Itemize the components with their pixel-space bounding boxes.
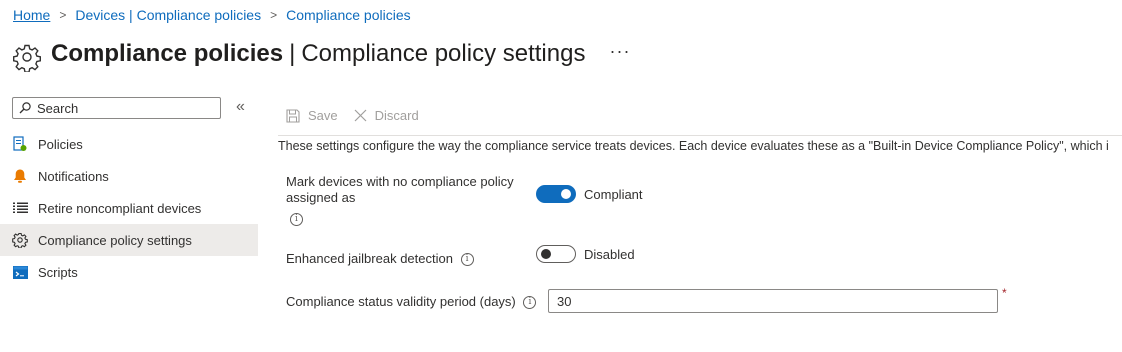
- more-options-button[interactable]: ···: [609, 41, 630, 62]
- settings-description: These settings configure the way the com…: [278, 139, 1109, 153]
- save-label: Save: [308, 108, 338, 123]
- breadcrumb-separator-icon: >: [59, 8, 67, 22]
- page-subtitle: Compliance policy settings: [301, 40, 586, 67]
- jailbreak-toggle-value: Disabled: [584, 247, 635, 262]
- sidebar-item-label: Notifications: [38, 168, 109, 184]
- gear-icon: [12, 232, 28, 248]
- jailbreak-toggle[interactable]: [536, 245, 576, 263]
- jailbreak-label: Enhanced jailbreak detection: [286, 251, 453, 266]
- validity-period-input[interactable]: [548, 289, 998, 313]
- jailbreak-label-row: Enhanced jailbreak detection i: [286, 251, 474, 267]
- gear-icon: [13, 44, 41, 72]
- required-indicator: *: [1002, 286, 1007, 300]
- no-policy-label: Mark devices with no compliance policy a…: [286, 174, 514, 227]
- sidebar-item-label: Retire noncompliant devices: [38, 200, 202, 216]
- toggle-knob: [541, 249, 551, 259]
- search-box[interactable]: [12, 97, 221, 119]
- sidebar-item-policies[interactable]: Policies: [0, 128, 258, 160]
- breadcrumb-separator-icon: >: [270, 8, 278, 22]
- toggle-knob: [561, 189, 571, 199]
- sidebar-item-label: Policies: [38, 136, 83, 152]
- breadcrumb-home[interactable]: Home: [13, 7, 50, 23]
- save-icon: [286, 108, 300, 123]
- sidebar-item-label: Scripts: [38, 264, 78, 280]
- validity-label-row: Compliance status validity period (days)…: [286, 294, 537, 310]
- sidebar-item-scripts[interactable]: Scripts: [0, 256, 258, 288]
- breadcrumb-devices-compliance[interactable]: Devices | Compliance policies: [75, 7, 261, 23]
- sidebar-item-retire-noncompliant[interactable]: Retire noncompliant devices: [0, 192, 258, 224]
- page-header: Compliance policies | Compliance policy …: [12, 36, 630, 72]
- collapse-sidebar-button[interactable]: «: [236, 98, 245, 116]
- sidebar-nav: Policies Notifications Retire noncomplia…: [0, 128, 258, 288]
- validity-label: Compliance status validity period (days): [286, 294, 516, 309]
- no-policy-toggle[interactable]: [536, 185, 576, 203]
- breadcrumb-compliance-policies[interactable]: Compliance policies: [286, 7, 411, 23]
- command-bar: Save Discard: [286, 108, 435, 123]
- page-title: Compliance policies: [51, 40, 284, 67]
- no-policy-label-line2: assigned as: [286, 190, 356, 205]
- bell-icon: [12, 168, 28, 184]
- no-policy-toggle-value: Compliant: [584, 187, 643, 202]
- policies-icon: [12, 136, 28, 152]
- discard-label: Discard: [374, 108, 419, 123]
- script-icon: [12, 264, 28, 280]
- breadcrumb: Home > Devices | Compliance policies > C…: [13, 7, 411, 23]
- sidebar-item-notifications[interactable]: Notifications: [0, 160, 258, 192]
- info-icon[interactable]: i: [290, 213, 303, 227]
- title-separator: |: [289, 40, 296, 67]
- info-icon[interactable]: i: [523, 296, 537, 310]
- search-icon: [19, 102, 31, 114]
- info-icon[interactable]: i: [460, 253, 474, 267]
- search-input[interactable]: [37, 100, 207, 116]
- close-icon: [354, 109, 367, 122]
- toolbar-divider: [278, 135, 1122, 136]
- discard-button[interactable]: Discard: [354, 108, 419, 123]
- list-icon: [12, 200, 28, 216]
- sidebar-item-compliance-policy-settings[interactable]: Compliance policy settings: [0, 224, 258, 256]
- save-button[interactable]: Save: [286, 108, 338, 123]
- sidebar-item-label: Compliance policy settings: [38, 232, 192, 248]
- no-policy-label-line1: Mark devices with no compliance policy: [286, 174, 514, 189]
